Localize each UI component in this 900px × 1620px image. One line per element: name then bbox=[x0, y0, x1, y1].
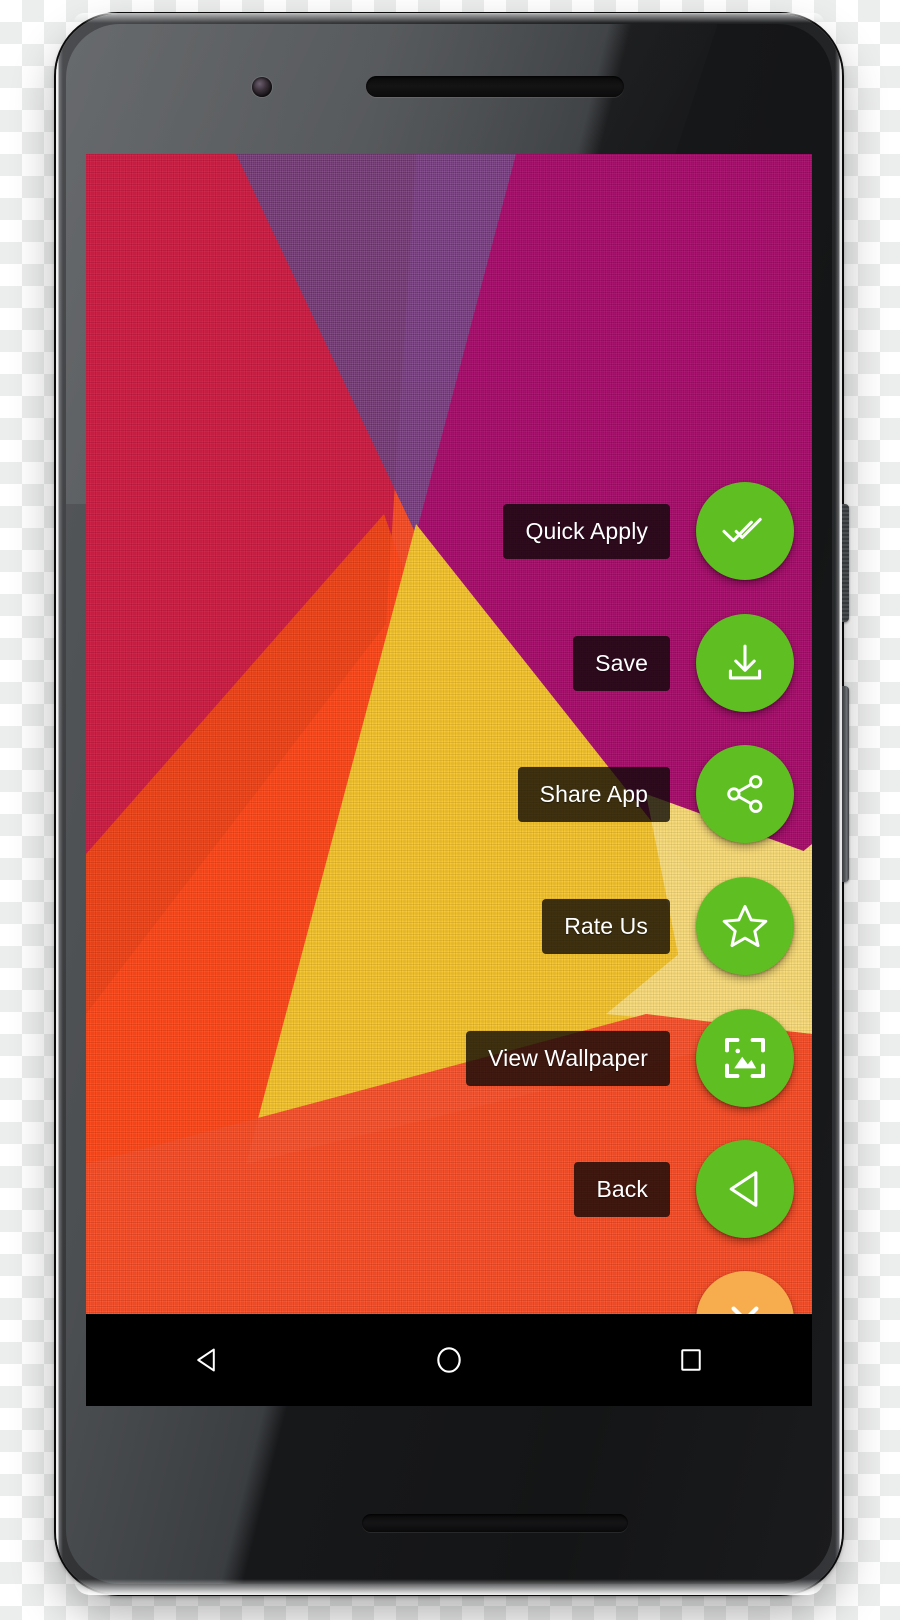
share-icon[interactable] bbox=[696, 745, 794, 843]
menu-label-quick-apply: Quick Apply bbox=[503, 503, 670, 559]
play-back-icon[interactable] bbox=[696, 1140, 794, 1238]
menu-label-back: Back bbox=[574, 1161, 670, 1217]
triangle-left-icon bbox=[197, 1348, 215, 1372]
front-camera-icon bbox=[252, 77, 272, 97]
menu-label-rate-us: Rate Us bbox=[542, 898, 670, 954]
floating-action-menu: Quick Apply Save Share App Rate Us View … bbox=[86, 154, 812, 1406]
menu-item-rate-us[interactable]: Rate Us bbox=[542, 877, 794, 975]
bottom-speaker-grille-icon bbox=[362, 1514, 628, 1532]
power-button[interactable] bbox=[840, 504, 849, 622]
android-navigation-bar bbox=[86, 1314, 812, 1406]
menu-item-quick-apply[interactable]: Quick Apply bbox=[503, 482, 794, 580]
menu-item-back[interactable]: Back bbox=[574, 1140, 794, 1238]
nav-back-button[interactable] bbox=[147, 1314, 267, 1406]
menu-label-save: Save bbox=[573, 635, 670, 691]
phone-rim-top-highlight bbox=[74, 13, 824, 23]
download-icon[interactable] bbox=[696, 614, 794, 712]
menu-label-view-wallpaper: View Wallpaper bbox=[466, 1030, 670, 1086]
phone-screen: Quick Apply Save Share App Rate Us View … bbox=[86, 154, 812, 1406]
menu-item-share-app[interactable]: Share App bbox=[517, 745, 794, 843]
earpiece-speaker-icon bbox=[366, 76, 624, 97]
menu-label-share-app: Share App bbox=[517, 766, 670, 822]
nav-recents-button[interactable] bbox=[631, 1314, 751, 1406]
screenshot-stage: Quick Apply Save Share App Rate Us View … bbox=[0, 0, 900, 1620]
star-outline-icon[interactable] bbox=[696, 877, 794, 975]
crop-image-icon[interactable] bbox=[696, 1009, 794, 1107]
nav-home-button[interactable] bbox=[389, 1314, 509, 1406]
menu-item-view-wallpaper[interactable]: View Wallpaper bbox=[466, 1009, 794, 1107]
menu-item-save[interactable]: Save bbox=[573, 614, 794, 712]
square-icon bbox=[681, 1349, 701, 1371]
volume-rocker-button[interactable] bbox=[840, 686, 849, 882]
phone-device: Quick Apply Save Share App Rate Us View … bbox=[56, 13, 849, 1595]
done-all-icon[interactable] bbox=[696, 482, 794, 580]
circle-icon bbox=[437, 1347, 461, 1373]
